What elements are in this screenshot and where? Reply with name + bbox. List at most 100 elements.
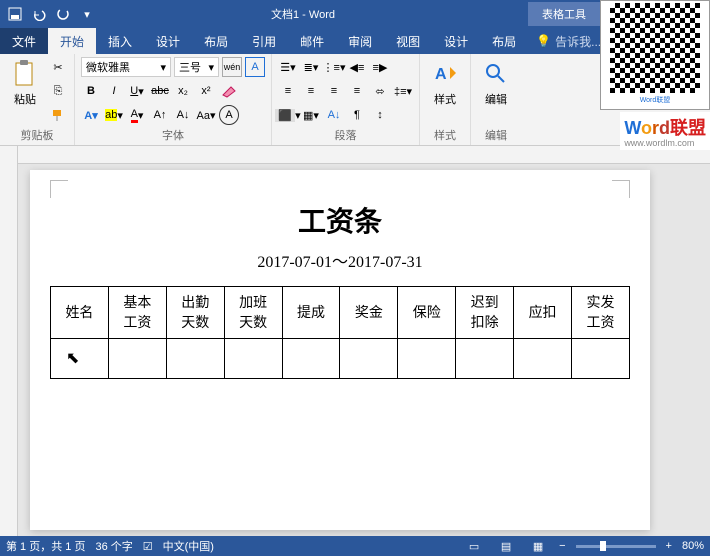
phonetic-guide-button[interactable]: wén xyxy=(222,57,242,77)
shrink-font-button[interactable]: A↓ xyxy=(173,105,193,125)
salary-table[interactable]: 姓名 基本工资 出勤天数 加班天数 提成 奖金 保险 迟到扣除 应扣 实发工资 xyxy=(50,286,630,379)
numbering-button[interactable]: ≣▾ xyxy=(301,57,321,77)
bullets-button[interactable]: ☰▾ xyxy=(278,57,298,77)
tab-table-design[interactable]: 设计 xyxy=(432,28,480,54)
td[interactable] xyxy=(456,339,514,379)
th[interactable]: 基本工资 xyxy=(108,287,166,339)
bold-button[interactable]: B xyxy=(81,81,101,101)
underline-button[interactable]: U▾ xyxy=(127,81,147,101)
read-mode-button[interactable]: ▭ xyxy=(463,538,485,554)
cut-button[interactable]: ✂ xyxy=(48,57,68,77)
borders-button[interactable]: ▦▾ xyxy=(301,105,321,125)
th[interactable]: 提成 xyxy=(282,287,340,339)
status-lang[interactable]: 中文(中国) xyxy=(163,538,214,554)
clear-format-button[interactable] xyxy=(219,81,239,101)
td[interactable] xyxy=(340,339,398,379)
multilevel-button[interactable]: ⋮≡▾ xyxy=(324,57,344,77)
decrease-indent-button[interactable]: ◀≡ xyxy=(347,57,367,77)
strike-button[interactable]: abc xyxy=(150,81,170,101)
td[interactable] xyxy=(514,339,572,379)
th[interactable]: 应扣 xyxy=(514,287,572,339)
zoom-out-button[interactable]: − xyxy=(559,540,565,552)
char-border-button[interactable]: A xyxy=(245,57,265,77)
tab-home[interactable]: 开始 xyxy=(48,28,96,54)
copy-button[interactable]: ⎘ xyxy=(48,81,68,101)
td[interactable] xyxy=(51,339,109,379)
ruler-horizontal[interactable] xyxy=(18,146,710,164)
th[interactable]: 保险 xyxy=(398,287,456,339)
tab-file[interactable]: 文件 xyxy=(0,28,48,54)
page[interactable]: 工资条 2017-07-01～2017-07-31 姓名 基本工资 出勤天数 加… xyxy=(30,170,650,530)
th[interactable]: 实发工资 xyxy=(572,287,630,339)
subscript-button[interactable]: x₂ xyxy=(173,81,193,101)
td[interactable] xyxy=(398,339,456,379)
doc-title[interactable]: 工资条 xyxy=(50,200,630,240)
shading-button[interactable]: ⬛▾ xyxy=(278,105,298,125)
tab-design[interactable]: 设计 xyxy=(144,28,192,54)
enclose-char-button[interactable]: A xyxy=(219,105,239,125)
distribute-button[interactable]: ⬄ xyxy=(370,81,390,101)
ruler-vertical[interactable] xyxy=(0,146,18,536)
qat-dropdown[interactable]: ▾ xyxy=(76,3,98,25)
justify-button[interactable]: ≡ xyxy=(347,81,367,101)
table-header-row[interactable]: 姓名 基本工资 出勤天数 加班天数 提成 奖金 保险 迟到扣除 应扣 实发工资 xyxy=(51,287,630,339)
save-button[interactable] xyxy=(4,3,26,25)
print-layout-button[interactable]: ▤ xyxy=(495,538,517,554)
tab-references[interactable]: 引用 xyxy=(240,28,288,54)
show-marks-button[interactable]: ¶ xyxy=(347,105,367,125)
italic-button[interactable]: I xyxy=(104,81,124,101)
snap-grid-button[interactable]: ↕ xyxy=(370,105,390,125)
increase-indent-button[interactable]: ≡▶ xyxy=(370,57,390,77)
font-name-combo[interactable]: 微软雅黑▾ xyxy=(81,57,171,77)
th[interactable]: 迟到扣除 xyxy=(456,287,514,339)
tab-review[interactable]: 审阅 xyxy=(336,28,384,54)
tab-mailings[interactable]: 邮件 xyxy=(288,28,336,54)
group-editing: 编辑 编辑 xyxy=(471,54,521,145)
superscript-button[interactable]: x² xyxy=(196,81,216,101)
tab-view[interactable]: 视图 xyxy=(384,28,432,54)
td[interactable] xyxy=(572,339,630,379)
spellcheck-icon[interactable]: ☑ xyxy=(143,540,153,553)
change-case-button[interactable]: Aa▾ xyxy=(196,105,216,125)
td[interactable] xyxy=(282,339,340,379)
group-styles: A 样式 样式 xyxy=(420,54,471,145)
format-painter-button[interactable] xyxy=(48,105,68,125)
styles-button[interactable]: A 样式 xyxy=(426,57,464,109)
sort-button[interactable]: A↓ xyxy=(324,105,344,125)
th[interactable]: 姓名 xyxy=(51,287,109,339)
align-left-button[interactable]: ≡ xyxy=(278,81,298,101)
status-page[interactable]: 第 1 页，共 1 页 xyxy=(6,538,85,554)
tab-table-layout[interactable]: 布局 xyxy=(480,28,528,54)
td[interactable] xyxy=(108,339,166,379)
paste-button[interactable]: 粘贴 xyxy=(6,57,44,109)
undo-button[interactable] xyxy=(28,3,50,25)
tab-layout[interactable]: 布局 xyxy=(192,28,240,54)
align-center-button[interactable]: ≡ xyxy=(301,81,321,101)
text-effects-button[interactable]: A▾ xyxy=(81,105,101,125)
document-area[interactable]: 工资条 2017-07-01～2017-07-31 姓名 基本工资 出勤天数 加… xyxy=(0,146,710,536)
th[interactable]: 加班天数 xyxy=(224,287,282,339)
td[interactable] xyxy=(166,339,224,379)
highlight-button[interactable]: ab▾ xyxy=(104,105,124,125)
zoom-level[interactable]: 80% xyxy=(682,540,704,552)
table-row[interactable] xyxy=(51,339,630,379)
zoom-in-button[interactable]: + xyxy=(666,540,672,552)
zoom-thumb[interactable] xyxy=(600,541,606,551)
watermark-url: www.wordlm.com xyxy=(624,138,706,148)
editing-button[interactable]: 编辑 xyxy=(477,57,515,109)
doc-subtitle[interactable]: 2017-07-01～2017-07-31 xyxy=(50,248,630,272)
td[interactable] xyxy=(224,339,282,379)
tell-me[interactable]: 💡 告诉我... xyxy=(528,28,609,54)
th[interactable]: 出勤天数 xyxy=(166,287,224,339)
font-color-button[interactable]: A▾ xyxy=(127,105,147,125)
redo-button[interactable] xyxy=(52,3,74,25)
line-spacing-button[interactable]: ‡≡▾ xyxy=(393,81,413,101)
web-layout-button[interactable]: ▦ xyxy=(527,538,549,554)
grow-font-button[interactable]: A↑ xyxy=(150,105,170,125)
tab-insert[interactable]: 插入 xyxy=(96,28,144,54)
zoom-slider[interactable] xyxy=(576,545,656,548)
font-size-combo[interactable]: 三号▾ xyxy=(174,57,219,77)
align-right-button[interactable]: ≡ xyxy=(324,81,344,101)
status-words[interactable]: 36 个字 xyxy=(95,538,132,554)
th[interactable]: 奖金 xyxy=(340,287,398,339)
